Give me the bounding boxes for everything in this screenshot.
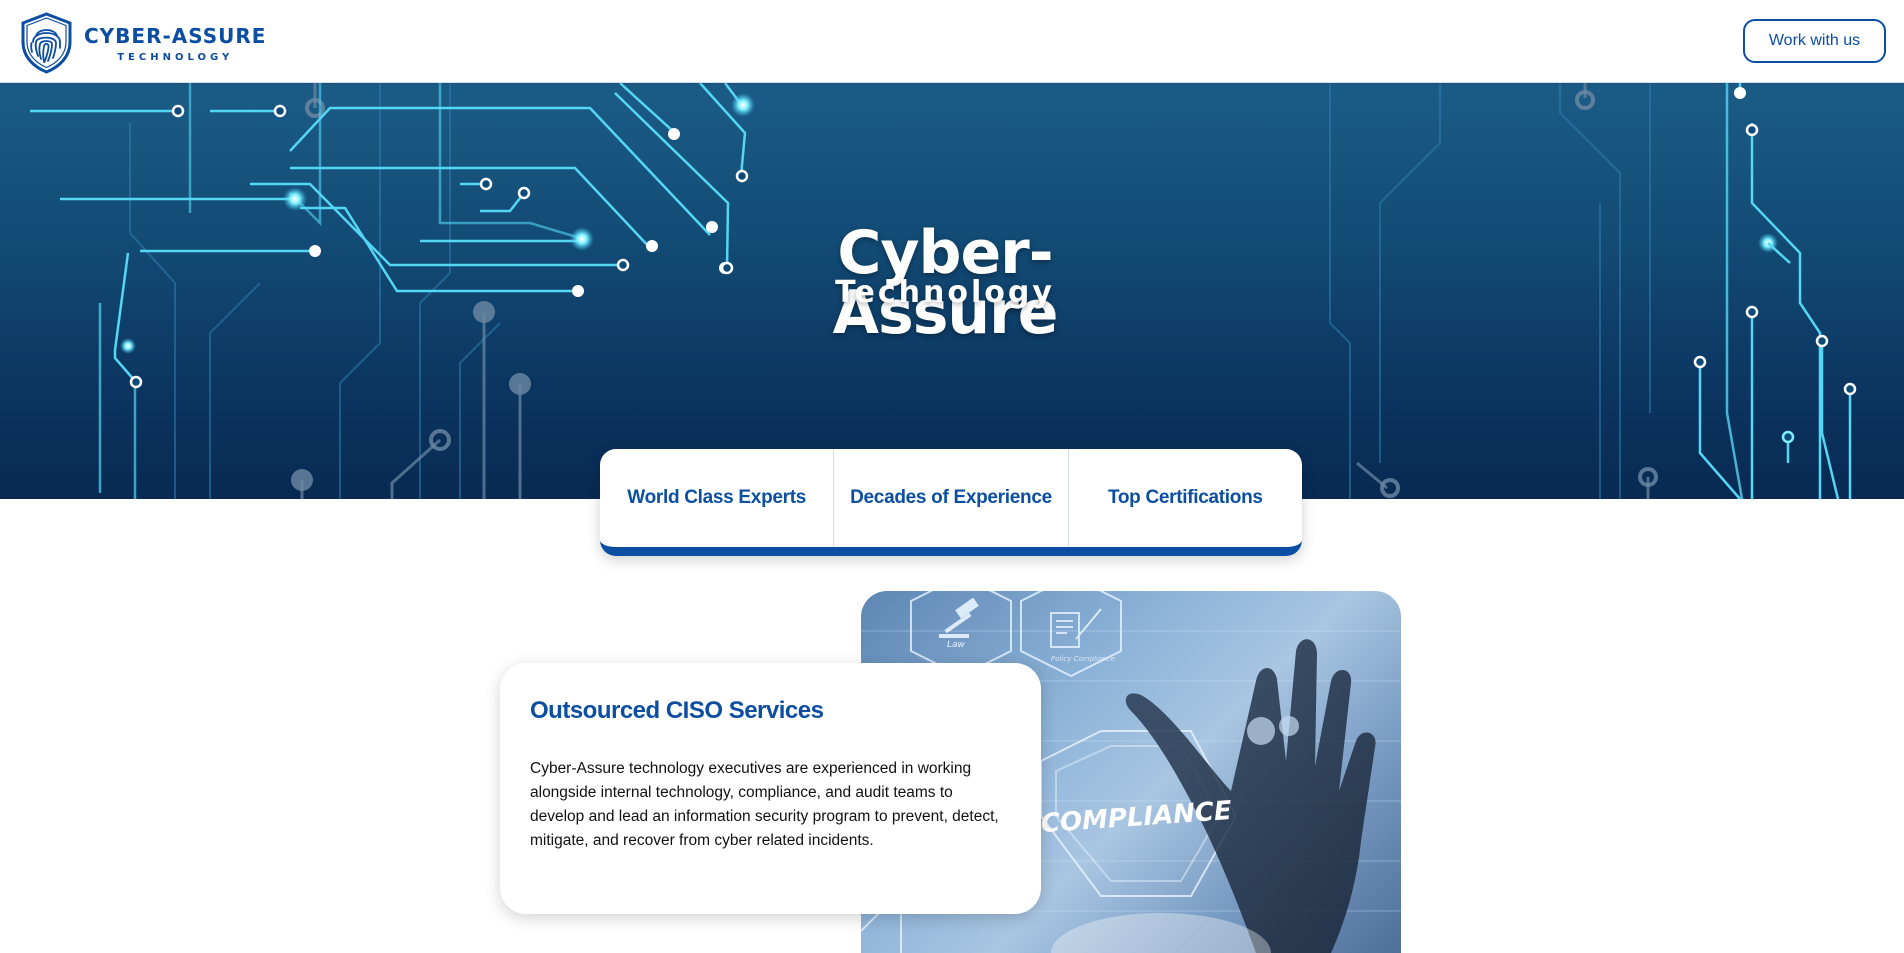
gavel-icon [939,597,979,638]
logo[interactable]: CYBER-ASSURE TECHNOLOGY [19,12,266,74]
service-title: Outsourced CISO Services [530,697,824,724]
feature-top-certifications[interactable]: Top Certifications [1069,449,1302,547]
site-header: CYBER-ASSURE TECHNOLOGY Work with us [0,0,1904,83]
fingerprint-shield-icon [21,12,72,74]
svg-text:Law: Law [947,640,966,650]
service-description: Cyber-Assure technology executives are e… [530,760,999,849]
logo-subtitle: TECHNOLOGY [117,51,234,63]
svg-text:Policy Compliance: Policy Compliance [1051,655,1115,663]
logo-name: CYBER-ASSURE [84,23,267,48]
work-with-us-button[interactable]: Work with us [1743,19,1886,63]
feature-tabs: World Class Experts Decades of Experienc… [600,449,1302,556]
feature-decades-of-experience[interactable]: Decades of Experience [834,449,1069,547]
compliance-overlay-text: COMPLIANCE [1040,796,1233,839]
feature-world-class-experts[interactable]: World Class Experts [600,449,835,547]
hero-subtitle: Technology [835,275,1055,310]
service-card: Outsourced CISO Services Cyber-Assure te… [500,663,1041,914]
document-icon [1050,608,1102,648]
hero-banner: Cyber-Assure Technology [0,83,1904,499]
